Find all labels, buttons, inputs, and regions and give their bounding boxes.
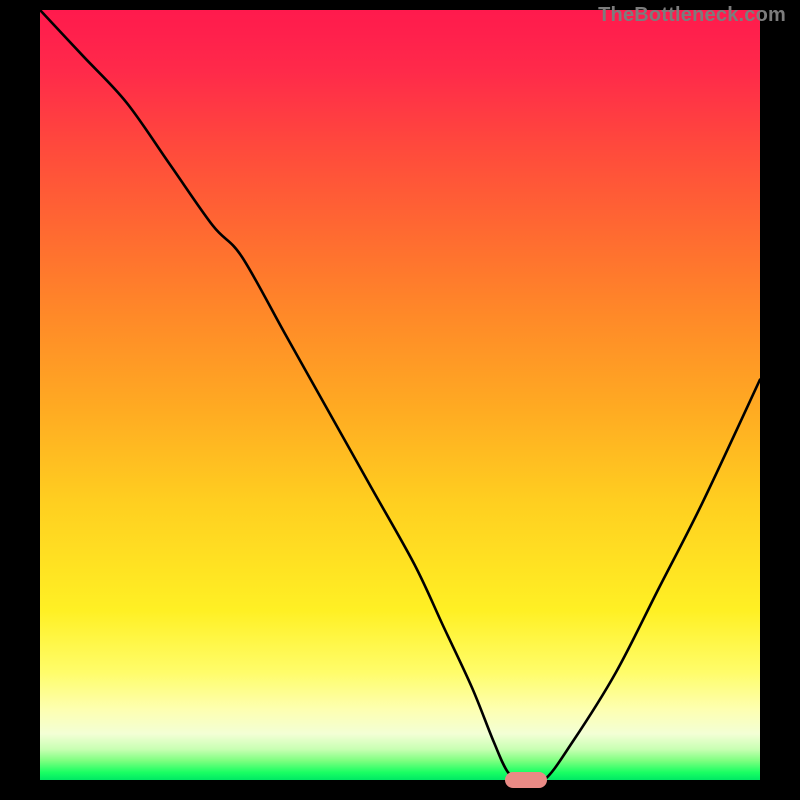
optimal-point-marker bbox=[505, 772, 547, 788]
plot-background-gradient bbox=[40, 10, 760, 780]
watermark-text: TheBottleneck.com bbox=[598, 4, 786, 27]
chart-frame: TheBottleneck.com bbox=[0, 0, 800, 800]
